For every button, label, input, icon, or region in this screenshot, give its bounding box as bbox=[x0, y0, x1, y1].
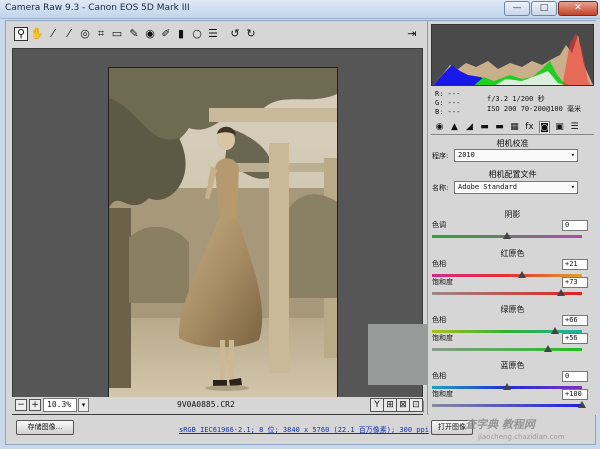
process-select[interactable]: 2010 ▾ bbox=[454, 149, 578, 162]
photo-image bbox=[109, 68, 337, 411]
rgb-readout-r: R: --- bbox=[435, 90, 461, 98]
rotate-left-icon[interactable]: ↺ bbox=[228, 27, 242, 41]
shadows-tint-thumb[interactable] bbox=[503, 232, 511, 239]
graduated-filter-icon[interactable]: ▮ bbox=[174, 27, 188, 41]
camera-info: R: --- G: --- B: --- f/3.2 1/200 秒 ISO 2… bbox=[431, 88, 594, 116]
camera-calibration-tab-icon[interactable]: ◙ bbox=[539, 121, 550, 133]
close-button[interactable]: ✕ bbox=[558, 1, 598, 16]
save-image-button[interactable]: 存储图像... bbox=[16, 420, 74, 435]
zoom-tool-icon[interactable]: ⚲ bbox=[14, 27, 28, 41]
blue-saturation-input[interactable]: +100 bbox=[562, 389, 588, 400]
shadows-title: 阴影 bbox=[504, 210, 521, 219]
blue-saturation-label: 饱和度 bbox=[432, 390, 453, 398]
hand-tool-icon[interactable]: ✋ bbox=[30, 27, 44, 41]
rotate-right-icon[interactable]: ↻ bbox=[244, 27, 258, 41]
red-saturation-thumb[interactable] bbox=[557, 289, 565, 296]
panel-tabs: ◉ ▲ ◢ ▬ ▬ ▦ fx ◙ ▣ ☰ bbox=[431, 121, 594, 135]
red-saturation-row: 饱和度 +73 bbox=[432, 277, 594, 299]
crop-tool-icon[interactable]: ⌗ bbox=[94, 27, 108, 41]
blue-hue-label: 色相 bbox=[432, 372, 446, 380]
color-sampler-tool-icon[interactable]: ⁄ bbox=[62, 27, 76, 41]
profile-select[interactable]: Adobe Standard ▾ bbox=[454, 181, 578, 194]
photo-preview[interactable] bbox=[108, 67, 338, 412]
green-saturation-track[interactable] bbox=[432, 348, 582, 351]
green-hue-input[interactable]: +66 bbox=[562, 315, 588, 326]
camera-raw-dialog: ⚲ ✋ ⁄ ⁄ ◎ ⌗ ▭ ✎ ◉ ✐ ▮ ○ ☰ ↺ ↻ ⇥ − + 10.3… bbox=[5, 20, 597, 445]
red-hue-label: 色相 bbox=[432, 260, 446, 268]
split-toning-tab-icon[interactable]: ▬ bbox=[494, 121, 505, 133]
lens-corrections-tab-icon[interactable]: ▦ bbox=[509, 121, 520, 133]
presets-tab-icon[interactable]: ▣ bbox=[554, 121, 565, 133]
spot-removal-tool-icon[interactable]: ✎ bbox=[127, 27, 141, 41]
workflow-options-link[interactable]: sRGB IEC61966-2.1; 8 位; 3840 x 5760 (22.… bbox=[179, 425, 429, 435]
profile-section-title: 相机配置文件 bbox=[488, 170, 537, 179]
blue-primary-title: 蓝原色 bbox=[500, 361, 525, 370]
watermark-text: 查字典 教程网 bbox=[465, 418, 535, 431]
zoom-out-button[interactable]: − bbox=[15, 399, 27, 411]
red-hue-input[interactable]: +21 bbox=[562, 259, 588, 270]
green-saturation-thumb[interactable] bbox=[543, 345, 552, 352]
white-balance-tool-icon[interactable]: ⁄ bbox=[46, 27, 60, 41]
green-hue-label: 色相 bbox=[432, 316, 446, 324]
profile-value: Adobe Standard bbox=[458, 183, 518, 191]
aperture-shutter-info: f/3.2 1/200 秒 bbox=[487, 95, 545, 103]
adjustment-brush-icon[interactable]: ✐ bbox=[159, 27, 173, 41]
window-title: Camera Raw 9.3 - Canon EOS 5D Mark III bbox=[5, 3, 190, 13]
blue-saturation-row: 饱和度 +100 bbox=[432, 389, 594, 411]
histogram bbox=[431, 24, 594, 86]
green-saturation-row: 饱和度 +56 bbox=[432, 333, 594, 355]
process-value: 2010 bbox=[458, 151, 475, 159]
green-saturation-input[interactable]: +56 bbox=[562, 333, 588, 344]
zoom-level-field[interactable]: 10.3% bbox=[43, 398, 77, 412]
red-saturation-input[interactable]: +73 bbox=[562, 277, 588, 288]
process-row: 程序: 2010 ▾ bbox=[432, 149, 594, 163]
image-preview[interactable]: ! bbox=[12, 48, 471, 415]
settings-panel: R: --- G: --- B: --- f/3.2 1/200 秒 ISO 2… bbox=[427, 21, 597, 415]
maximize-button[interactable]: □ bbox=[531, 1, 557, 16]
tone-curve-tab-icon[interactable]: ▲ bbox=[449, 121, 460, 133]
blue-saturation-track[interactable] bbox=[432, 404, 582, 407]
before-after-toggle-button[interactable]: Y bbox=[370, 398, 384, 412]
toggle-settings-button[interactable]: ⊡ bbox=[409, 398, 423, 412]
shadows-tint-label: 色调 bbox=[432, 221, 446, 229]
shadows-tint-row: 色调 0 bbox=[432, 220, 594, 242]
red-primary-title: 红原色 bbox=[500, 249, 525, 258]
snapshots-tab-icon[interactable]: ☰ bbox=[569, 121, 580, 133]
zoom-in-button[interactable]: + bbox=[29, 399, 41, 411]
targeted-adjust-tool-icon[interactable]: ◎ bbox=[78, 27, 92, 41]
blue-hue-input[interactable]: 0 bbox=[562, 371, 588, 382]
copy-settings-button[interactable]: ⊠ bbox=[396, 398, 410, 412]
zoom-dropdown-icon[interactable]: ▾ bbox=[78, 398, 89, 412]
green-saturation-label: 饱和度 bbox=[432, 334, 453, 342]
swap-settings-button[interactable]: ⊞ bbox=[383, 398, 397, 412]
process-label: 程序: bbox=[432, 152, 449, 160]
iso-lens-info: ISO 200 70-200@100 毫米 bbox=[487, 105, 582, 113]
name-label: 名称: bbox=[432, 184, 449, 192]
minimize-button[interactable]: — bbox=[504, 1, 530, 16]
fullscreen-toggle-icon[interactable]: ⇥ bbox=[405, 27, 419, 41]
watermark-url: jiaocheng.chazidian.com bbox=[478, 433, 565, 441]
shadows-tint-input[interactable]: 0 bbox=[562, 220, 588, 231]
radial-filter-icon[interactable]: ○ bbox=[190, 27, 204, 41]
rgb-readout-b: B: --- bbox=[435, 108, 461, 116]
basic-tab-icon[interactable]: ◉ bbox=[434, 121, 445, 133]
chevron-down-icon: ▾ bbox=[570, 183, 575, 191]
preferences-icon[interactable]: ☰ bbox=[206, 27, 220, 41]
rgb-readout-g: G: --- bbox=[435, 99, 461, 107]
preview-statusbar: − + 10.3% ▾ 9V0A0885.CR2 Y ⊞ ⊠ ⊡ bbox=[12, 397, 423, 414]
filename-label: 9V0A0885.CR2 bbox=[177, 400, 235, 409]
blue-saturation-thumb[interactable] bbox=[578, 401, 586, 408]
green-primary-title: 绿原色 bbox=[500, 305, 525, 314]
hsl-tab-icon[interactable]: ▬ bbox=[479, 121, 490, 133]
toolbar: ⚲ ✋ ⁄ ⁄ ◎ ⌗ ▭ ✎ ◉ ✐ ▮ ○ ☰ ↺ ↻ ⇥ bbox=[6, 21, 424, 48]
red-saturation-label: 饱和度 bbox=[432, 278, 453, 286]
straighten-tool-icon[interactable]: ▭ bbox=[110, 27, 124, 41]
red-eye-tool-icon[interactable]: ◉ bbox=[143, 27, 157, 41]
chevron-down-icon: ▾ bbox=[570, 151, 575, 159]
profile-row: 名称: Adobe Standard ▾ bbox=[432, 181, 594, 195]
effects-tab-icon[interactable]: fx bbox=[524, 121, 535, 133]
panel-title: 相机校准 bbox=[496, 139, 529, 148]
title-bar: Camera Raw 9.3 - Canon EOS 5D Mark III —… bbox=[0, 0, 600, 19]
detail-tab-icon[interactable]: ◢ bbox=[464, 121, 475, 133]
